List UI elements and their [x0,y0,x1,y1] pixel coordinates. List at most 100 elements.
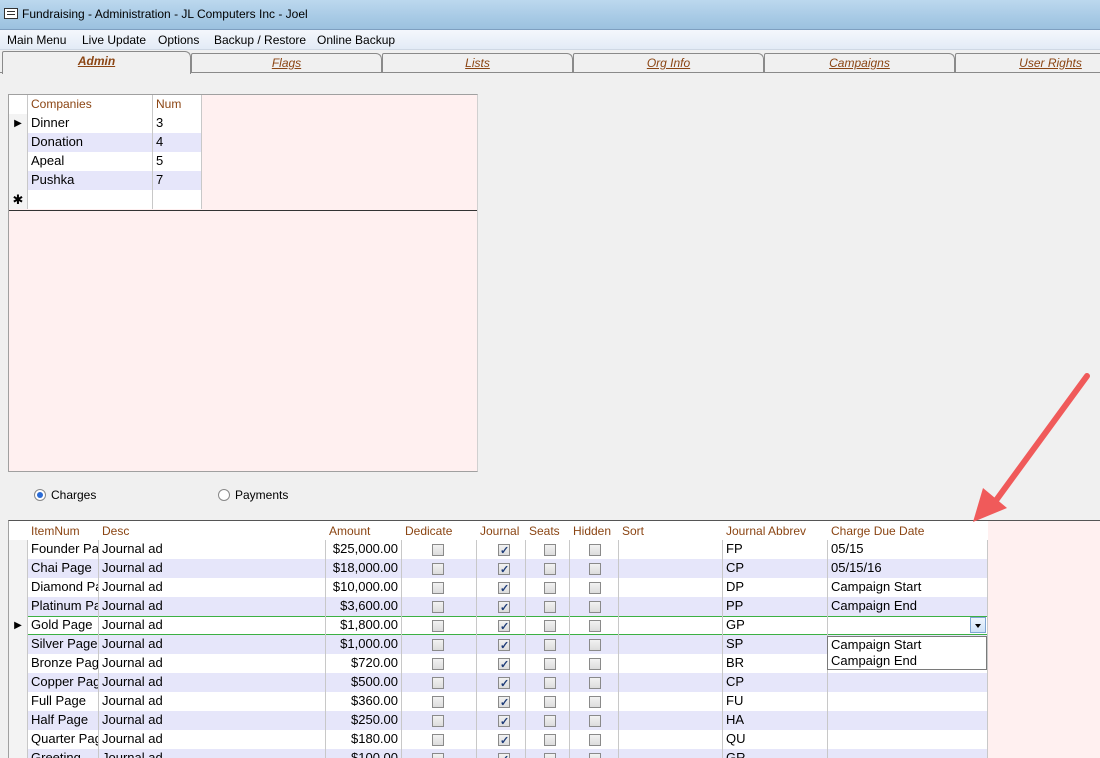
seats-checkbox[interactable] [544,544,556,556]
dedicate-cell[interactable] [402,711,477,730]
sort-cell[interactable] [619,749,723,758]
seats-cell[interactable] [526,749,570,758]
hidden-cell[interactable] [570,540,619,559]
charge-due-date-cell[interactable]: 05/15 [828,540,988,559]
num-header[interactable]: Num [153,95,202,114]
payments-radio[interactable]: Payments [218,488,288,502]
charge-due-date-cell[interactable] [828,730,988,749]
companies-grid[interactable]: Companies Num ▶ Dinner 3 Donation 4 Apea… [8,94,478,472]
journal-checkbox[interactable] [498,580,510,597]
row-selector[interactable] [9,171,28,190]
journal-cell[interactable] [477,559,526,578]
seats-cell[interactable] [526,559,570,578]
journal-abbrev-cell[interactable]: CP [723,673,828,692]
tab-flags[interactable]: Flags [191,53,382,73]
new-company-num-cell[interactable] [153,190,202,209]
row-selector[interactable] [9,654,28,673]
journal-cell[interactable] [477,673,526,692]
charge-due-date-cell[interactable]: 05/15/16 [828,559,988,578]
table-row[interactable]: Chai PageJournal ad$18,000.00 CP05/15/16 [9,559,988,578]
company-num-cell[interactable]: 5 [153,152,202,171]
journal-abbrev-cell[interactable]: GP [723,616,828,635]
journal-cell[interactable] [477,654,526,673]
journal-abbrev-cell[interactable]: CP [723,559,828,578]
journal-abbrev-header[interactable]: Journal Abbrev [723,521,828,540]
journal-abbrev-cell[interactable]: GR [723,749,828,758]
itemnum-cell[interactable]: Half Page [28,711,99,730]
row-selector[interactable] [9,597,28,616]
journal-checkbox[interactable] [498,732,510,749]
journal-abbrev-cell[interactable]: FU [723,692,828,711]
hidden-checkbox[interactable] [589,734,601,746]
table-row[interactable]: GreetingJournal ad$100.00 GR [9,749,988,758]
sort-cell[interactable] [619,540,723,559]
seats-checkbox[interactable] [544,677,556,689]
dropdown-option-campaign-end[interactable]: Campaign End [828,653,986,669]
dedicate-cell[interactable] [402,578,477,597]
journal-cell[interactable] [477,540,526,559]
charge-due-date-cell[interactable]: Campaign End [828,597,988,616]
dedicate-checkbox[interactable] [432,658,444,670]
seats-cell[interactable] [526,730,570,749]
dedicate-cell[interactable] [402,730,477,749]
seats-cell[interactable] [526,540,570,559]
charge-due-date-cell[interactable]: Campaign Start [828,578,988,597]
desc-cell[interactable]: Journal ad [99,578,326,597]
hidden-cell[interactable] [570,730,619,749]
seats-checkbox[interactable] [544,601,556,613]
amount-header[interactable]: Amount [326,521,402,540]
dedicate-checkbox[interactable] [432,639,444,651]
journal-cell[interactable] [477,749,526,758]
desc-cell[interactable]: Journal ad [99,673,326,692]
amount-cell[interactable]: $250.00 [326,711,402,730]
amount-cell[interactable]: $720.00 [326,654,402,673]
journal-abbrev-cell[interactable]: PP [723,597,828,616]
menu-main-menu[interactable]: Main Menu [5,32,68,48]
dedicate-checkbox[interactable] [432,582,444,594]
hidden-cell[interactable] [570,673,619,692]
sort-cell[interactable] [619,730,723,749]
new-company-name-cell[interactable] [28,190,153,209]
amount-cell[interactable]: $360.00 [326,692,402,711]
hidden-checkbox[interactable] [589,563,601,575]
seats-cell[interactable] [526,597,570,616]
menu-live-update[interactable]: Live Update [80,32,148,48]
dropdown-option-campaign-start[interactable]: Campaign Start [828,637,986,653]
hidden-cell[interactable] [570,559,619,578]
itemnum-header[interactable]: ItemNum [28,521,99,540]
table-row[interactable]: ▶ Dinner 3 [9,114,202,133]
row-selector[interactable] [9,133,28,152]
table-row[interactable]: Diamond PaJournal ad$10,000.00 DPCampaign… [9,578,988,597]
journal-abbrev-cell[interactable]: HA [723,711,828,730]
hidden-checkbox[interactable] [589,639,601,651]
journal-checkbox[interactable] [498,694,510,711]
seats-cell[interactable] [526,578,570,597]
table-row[interactable]: Copper PagJournal ad$500.00 CP [9,673,988,692]
hidden-checkbox[interactable] [589,582,601,594]
journal-cell[interactable] [477,635,526,654]
table-row[interactable]: Quarter PagJournal ad$180.00 QU [9,730,988,749]
sort-cell[interactable] [619,578,723,597]
hidden-cell[interactable] [570,711,619,730]
amount-cell[interactable]: $180.00 [326,730,402,749]
dedicate-cell[interactable] [402,673,477,692]
company-num-cell[interactable]: 7 [153,171,202,190]
new-row[interactable]: ✱ [9,190,202,209]
tab-user-rights[interactable]: User Rights [955,53,1100,73]
journal-checkbox[interactable] [498,675,510,692]
row-selector[interactable] [9,749,28,758]
company-num-cell[interactable]: 4 [153,133,202,152]
tab-lists[interactable]: Lists [382,53,573,73]
journal-checkbox[interactable] [498,599,510,616]
dedicate-checkbox[interactable] [432,601,444,613]
itemnum-cell[interactable]: Platinum Pa [28,597,99,616]
itemnum-cell[interactable]: Founder Pa [28,540,99,559]
journal-checkbox[interactable] [498,637,510,654]
seats-cell[interactable] [526,673,570,692]
company-name-cell[interactable]: Dinner [28,114,153,133]
seats-cell[interactable] [526,635,570,654]
dedicate-cell[interactable] [402,749,477,758]
itemnum-cell[interactable]: Quarter Pag [28,730,99,749]
journal-abbrev-cell[interactable]: FP [723,540,828,559]
hidden-cell[interactable] [570,654,619,673]
